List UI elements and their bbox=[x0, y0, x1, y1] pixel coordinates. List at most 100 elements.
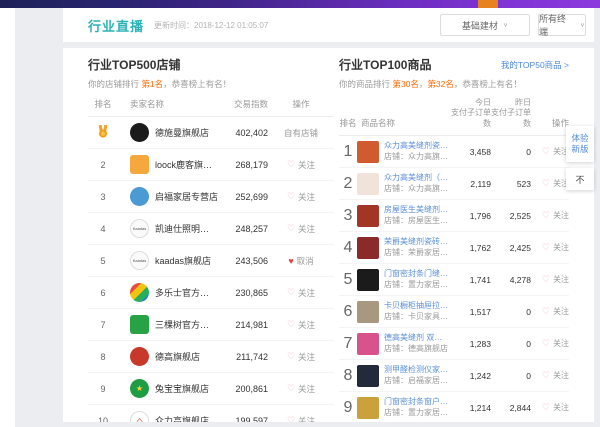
product-shop-name: 店铺：卡贝家具旗舰店 bbox=[384, 311, 449, 321]
follow-button[interactable]: ♡ 关注 bbox=[531, 242, 569, 253]
heart-icon: ♡ bbox=[541, 338, 550, 349]
product-name-link[interactable]: 众力高美缝剂瓷砖地砖... bbox=[384, 141, 449, 152]
product-name-link[interactable]: 测甲醛检测仪家用防... bbox=[384, 365, 449, 376]
shop-logo: Kaadas bbox=[130, 219, 149, 238]
yesterday-paid-suborders: 0 bbox=[526, 338, 531, 349]
today-paid-suborders: 2,119 bbox=[470, 178, 491, 189]
header-actions: 基础建材 ∨ 所有终端 ∨ bbox=[440, 14, 586, 37]
shops-panel-subtitle: 你的店铺排行 第1名，恭喜榜上有名！ bbox=[88, 79, 232, 89]
follow-button[interactable]: ♡ 关注 bbox=[531, 306, 569, 317]
today-paid-suborders: 1,214 bbox=[469, 402, 491, 413]
product-shop-name: 店铺：荣爵家居旗舰店 bbox=[384, 247, 449, 257]
product-thumbnail bbox=[357, 364, 379, 387]
shop-name: 德施曼旗舰店 bbox=[155, 128, 210, 138]
follow-label: 关注 bbox=[298, 415, 316, 423]
today-paid-suborders: 1,762 bbox=[469, 242, 491, 253]
rank-number: 6 bbox=[343, 302, 353, 320]
heart-icon: ♡ bbox=[541, 146, 550, 157]
heart-icon: ♡ bbox=[541, 274, 550, 285]
rank-cell: 10 bbox=[88, 416, 118, 423]
goods-table-row: 7 德高美缝剂 双组份美... 店铺：德高旗舰店 1,283 0 ♡ 关注 bbox=[339, 328, 569, 361]
follow-button[interactable]: ♡ 关注 bbox=[531, 146, 569, 157]
goods-table-header: 排名 商品名称 今日 支付子订单数 昨日 支付子订单数 操作 bbox=[339, 90, 569, 137]
follow-button[interactable]: ♡ 关注 bbox=[268, 351, 334, 363]
trade-index-value: 268,179 bbox=[235, 159, 268, 170]
ranking-card: 行业TOP500店铺 你的店铺排行 第1名，恭喜榜上有名！ 排名 卖家名称 交易… bbox=[63, 48, 594, 422]
product-shop-name: 店铺：众力高旗舰店 bbox=[384, 151, 449, 161]
shop-name: kaadas旗舰店 bbox=[155, 256, 212, 266]
follow-button[interactable]: ♡ 关注 bbox=[268, 223, 334, 235]
shop-table-row: 4 Kaadas 凯迪仕照明专卖店 248,257 ♡ 关注 bbox=[88, 213, 334, 245]
follow-button[interactable]: ♡ 关注 bbox=[268, 159, 334, 171]
product-name-link[interactable]: 荣爵美缝剂瓷砖地砖专... bbox=[384, 237, 449, 248]
shop-name: 众力高旗舰店 bbox=[155, 416, 210, 422]
rank-number: 9 bbox=[343, 398, 353, 416]
follow-button[interactable]: ♡ 关注 bbox=[531, 370, 569, 381]
follow-button[interactable]: ♡ 关注 bbox=[268, 415, 334, 423]
rank-number: 8 bbox=[100, 351, 106, 362]
follow-button[interactable]: ♡ 关注 bbox=[268, 287, 334, 299]
follow-button[interactable]: ♡ 关注 bbox=[268, 383, 334, 395]
goods-table-body: 1 众力高美缝剂瓷砖地砖... 店铺：众力高旗舰店 3,458 0 ♡ 关注 2… bbox=[339, 136, 569, 422]
rank-number: 5 bbox=[343, 270, 353, 288]
top500-shops-panel: 行业TOP500店铺 你的店铺排行 第1名，恭喜榜上有名！ 排名 卖家名称 交易… bbox=[88, 56, 334, 422]
top100-goods-panel: 行业TOP100商品 我的TOP50商品 > 你的商品排行 第30名，第32名，… bbox=[339, 56, 569, 422]
shops-panel-title: 行业TOP500店铺 bbox=[88, 58, 181, 72]
product-name-link[interactable]: 德高美缝剂 双组份美... bbox=[384, 333, 449, 344]
follow-label: 关注 bbox=[553, 307, 569, 317]
shop-name: 多乐士官方旗舰店 bbox=[155, 288, 218, 298]
product-name-link[interactable]: 卡贝橱柜抽屉拉手美式... bbox=[384, 301, 449, 312]
goods-table-row: 6 卡贝橱柜抽屉拉手美式... 店铺：卡贝家具旗舰店 1,517 0 ♡ 关注 bbox=[339, 296, 569, 329]
rank-number: 10 bbox=[97, 415, 108, 423]
product-name-link[interactable]: 门窗密封条门缝门底防... bbox=[384, 269, 449, 280]
heart-icon: ♡ bbox=[541, 178, 550, 189]
follow-button[interactable]: ♡ 关注 bbox=[268, 319, 334, 331]
terminal-dropdown[interactable]: 所有终端 ∨ bbox=[538, 14, 586, 37]
shops-table-body: 德施曼旗舰店 402,402 自有店铺 2 loock鹿客旗舰店 268,179… bbox=[88, 117, 334, 422]
goods-table-row: 9 门窗密封条窗户防风保... 店铺：置力家居专营店 1,214 2,844 ♡… bbox=[339, 392, 569, 422]
rank-number: 4 bbox=[343, 238, 353, 256]
rank-number: 7 bbox=[100, 319, 106, 330]
follow-button[interactable]: ♡ 关注 bbox=[531, 338, 569, 349]
rank-number: 9 bbox=[100, 383, 106, 394]
today-paid-suborders: 3,458 bbox=[469, 146, 491, 157]
my-top50-goods-link[interactable]: 我的TOP50商品 > bbox=[501, 59, 569, 71]
goods-table-row: 5 门窗密封条门缝门底防... 店铺：置力家居专营店 1,741 4,278 ♡… bbox=[339, 264, 569, 297]
product-thumbnail bbox=[357, 332, 379, 355]
yesterday-paid-suborders: 0 bbox=[526, 146, 531, 157]
yesterday-paid-suborders: 523 bbox=[516, 178, 531, 189]
shop-logo: ★ bbox=[130, 379, 149, 398]
follow-button[interactable]: ♡ 关注 bbox=[531, 402, 569, 413]
rank-cell: 3 bbox=[88, 192, 118, 202]
trade-index-value: 230,865 bbox=[235, 287, 268, 298]
product-thumbnail bbox=[357, 140, 379, 163]
follow-button[interactable]: ♡ 关注 bbox=[531, 274, 569, 285]
my-goods-rank-2: 第32名 bbox=[427, 79, 454, 89]
product-name-link[interactable]: 房屋医生美缝剂瓷砖地... bbox=[384, 205, 449, 216]
category-dropdown[interactable]: 基础建材 ∨ bbox=[440, 14, 530, 36]
follow-button[interactable]: ♡ 关注 bbox=[531, 178, 569, 189]
product-name-link[interactable]: 门窗密封条窗户防风保... bbox=[384, 397, 449, 408]
follow-button[interactable]: ♡ 关注 bbox=[268, 191, 334, 203]
shop-name: 兔宝宝旗舰店 bbox=[155, 384, 210, 394]
shop-table-row: 10 ⌂ 众力高旗舰店 199,597 ♡ 关注 bbox=[88, 405, 334, 422]
product-shop-name: 店铺：德高旗舰店 bbox=[384, 343, 448, 353]
shop-table-row: 德施曼旗舰店 402,402 自有店铺 bbox=[88, 117, 334, 149]
product-thumbnail bbox=[357, 172, 379, 195]
try-new-version-button[interactable]: 体验 新版 bbox=[566, 126, 594, 162]
heart-icon: ♡ bbox=[286, 351, 296, 361]
rank-number: 8 bbox=[343, 366, 353, 384]
chevron-down-icon: ∨ bbox=[579, 22, 585, 29]
page-header: 行业直播 更新时间：2018-12-12 01:05:07 基础建材 ∨ 所有终… bbox=[63, 8, 594, 42]
follow-button[interactable]: ♡ 关注 bbox=[531, 210, 569, 221]
heart-icon: ♥ bbox=[288, 255, 294, 266]
follow-label: 关注 bbox=[298, 319, 316, 330]
goods-table-row: 8 测甲醛检测仪家用防... 店铺：启福家居专营店 1,242 0 ♡ 关注 bbox=[339, 360, 569, 393]
product-thumbnail bbox=[357, 236, 379, 259]
heart-icon: ♡ bbox=[541, 210, 550, 221]
gold-medal-icon bbox=[98, 124, 108, 140]
floating-secondary-button[interactable]: 不 bbox=[566, 168, 594, 190]
product-name-link[interactable]: 众力高美缝剂（美小缝... bbox=[384, 173, 449, 184]
cancel-follow-button[interactable]: ♥ 取消 bbox=[268, 255, 334, 267]
own-shop-label: 自有店铺 bbox=[268, 127, 334, 139]
